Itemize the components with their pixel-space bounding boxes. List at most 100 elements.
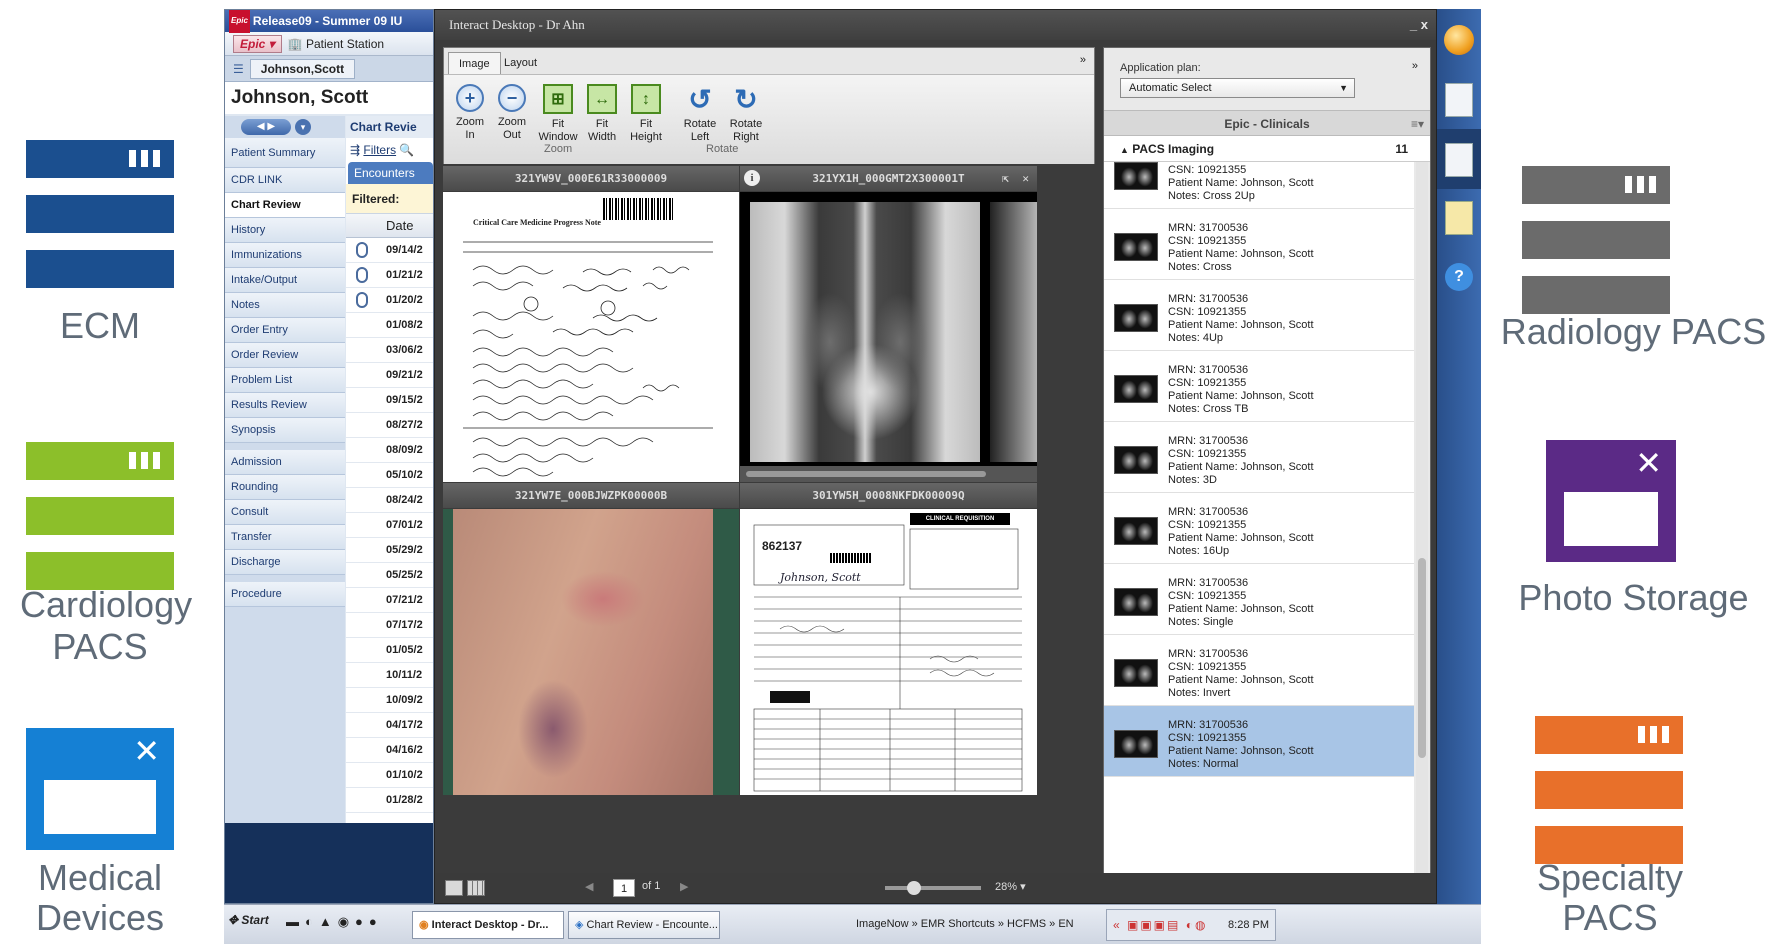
encounter-row[interactable]: 09/14/2 <box>346 238 433 263</box>
help-icon[interactable]: ? <box>1445 263 1473 291</box>
pacs-study-item[interactable]: MRN: 31700536CSN: 10921355Patient Name: … <box>1104 422 1414 493</box>
ribbon-expand-icon[interactable]: » <box>1080 54 1086 66</box>
encounter-row[interactable]: 04/17/2 <box>346 713 433 738</box>
encounter-row[interactable]: 10/09/2 <box>346 688 433 713</box>
pacs-scrollbar[interactable] <box>1416 162 1428 880</box>
nav-item[interactable]: Notes <box>225 293 345 318</box>
back-forward-button[interactable]: ◀ ▶ <box>241 119 291 135</box>
patient-tab[interactable]: Johnson,Scott <box>249 58 356 79</box>
zoom-slider[interactable] <box>885 881 981 895</box>
tray-icons[interactable]: « ▣▣▣▤ ◐◍ <box>1113 918 1207 932</box>
pacs-study-item[interactable]: MRN: 31700536CSN: 10921355Patient Name: … <box>1104 209 1414 280</box>
nav-item[interactable]: Order Entry <box>225 318 345 343</box>
fit-window-button[interactable]: ⊞ Fit Window <box>536 84 580 144</box>
encounter-row[interactable]: 01/21/2 <box>346 263 433 288</box>
progress-note-viewport[interactable]: Critical Care Medicine Progress Note <box>443 192 739 482</box>
quicklaunch-icons[interactable]: ▬◐▲◉●● <box>286 914 383 930</box>
encounter-row[interactable]: 05/10/2 <box>346 463 433 488</box>
nav-dropdown-icon[interactable]: ▾ <box>295 119 311 135</box>
filters-link[interactable]: Filters <box>363 143 396 157</box>
nav-item[interactable]: Order Review <box>225 343 345 368</box>
zoom-in-button[interactable]: + Zoom In <box>448 84 492 142</box>
chest-xray-viewport[interactable] <box>740 192 1037 466</box>
nav-item[interactable]: Results Review <box>225 393 345 418</box>
taskbar-chart-button[interactable]: ◈ Chart Review - Encounte... <box>568 911 720 939</box>
rotate-left-button[interactable]: ↺ Rotate Left <box>678 84 722 144</box>
nav-item[interactable]: History <box>225 218 345 243</box>
pacs-study-item[interactable]: MRN: 31700536CSN: 10921355Patient Name: … <box>1104 564 1414 635</box>
encounter-row[interactable]: 05/29/2 <box>346 538 433 563</box>
orb-icon[interactable] <box>1444 25 1474 55</box>
encounter-row[interactable]: 07/17/2 <box>346 613 433 638</box>
info-icon[interactable]: i <box>744 170 760 186</box>
start-button[interactable]: ✥ Start <box>228 913 269 927</box>
encounter-row[interactable]: 05/25/2 <box>346 563 433 588</box>
nav-item[interactable]: Problem List <box>225 368 345 393</box>
page-input[interactable]: 1 <box>613 879 635 897</box>
tab-image[interactable]: Image <box>448 52 501 74</box>
checklist-icon[interactable] <box>1445 201 1473 235</box>
encounter-row[interactable]: 09/21/2 <box>346 363 433 388</box>
viewport-scrollbar[interactable] <box>740 466 1037 482</box>
panel-expand-icon[interactable]: » <box>1412 60 1418 72</box>
fit-height-button[interactable]: ↕ Fit Height <box>624 84 668 144</box>
patient-station-button[interactable]: 🏢 Patient Station <box>288 37 384 51</box>
nav-item[interactable]: Immunizations <box>225 243 345 268</box>
pacs-study-item[interactable]: MRN: 31700536CSN: 10921355Patient Name: … <box>1104 635 1414 706</box>
nav-item[interactable]: Discharge <box>225 550 345 575</box>
encounter-row[interactable]: 07/21/2 <box>346 588 433 613</box>
nav-item[interactable]: Synopsis <box>225 418 345 443</box>
taskbar-tray-links[interactable]: ImageNow » EMR Shortcuts » HCFMS » EN <box>856 918 1074 930</box>
nav-item[interactable]: Procedure <box>225 582 345 607</box>
menu-icon[interactable]: ≡▾ <box>1411 111 1424 137</box>
encounter-row[interactable]: 08/24/2 <box>346 488 433 513</box>
nav-item[interactable]: Chart Review <box>225 193 345 218</box>
zoom-out-button[interactable]: − Zoom Out <box>490 84 534 142</box>
next-page-icon[interactable]: ▶ <box>680 880 688 893</box>
encounter-row[interactable]: 07/01/2 <box>346 513 433 538</box>
single-view-button[interactable] <box>445 880 463 896</box>
taskbar-interact-button[interactable]: ◉ Interact Desktop - Dr... <box>412 911 564 939</box>
epic-menu-button[interactable]: Epic ▾ <box>233 34 282 53</box>
close-icon[interactable]: ✕ <box>1022 166 1029 191</box>
date-column-header[interactable]: Date <box>346 214 433 238</box>
fit-width-button[interactable]: ↔ Fit Width <box>580 84 624 144</box>
encounters-tab[interactable]: Encounters <box>348 162 433 184</box>
pacs-study-item[interactable]: MRN: 31700536CSN: 10921355Patient Name: … <box>1104 280 1414 351</box>
window-controls[interactable]: _ x <box>1410 10 1428 40</box>
encounter-row[interactable]: 03/06/2 <box>346 338 433 363</box>
document-icon[interactable] <box>1445 83 1473 117</box>
nav-item[interactable]: Consult <box>225 500 345 525</box>
rotate-right-button[interactable]: ↻ Rotate Right <box>724 84 768 144</box>
pacs-study-item[interactable]: MRN: 31700536CSN: 10921355Patient Name: … <box>1104 162 1414 209</box>
zoom-level[interactable]: 28% ▾ <box>995 880 1026 893</box>
encounter-row[interactable]: 08/27/2 <box>346 413 433 438</box>
encounter-row[interactable]: 01/28/2 <box>346 788 433 813</box>
encounter-row[interactable]: 01/08/2 <box>346 313 433 338</box>
requisition-viewport[interactable]: CLINICAL REQUISITION 862137 Johnson, Sco… <box>740 509 1037 795</box>
encounter-row[interactable]: 01/05/2 <box>346 638 433 663</box>
nav-item[interactable]: Intake/Output <box>225 268 345 293</box>
nav-item[interactable]: Transfer <box>225 525 345 550</box>
pacs-study-item[interactable]: MRN: 31700536CSN: 10921355Patient Name: … <box>1104 493 1414 564</box>
pacs-study-item[interactable]: MRN: 31700536CSN: 10921355Patient Name: … <box>1104 351 1414 422</box>
pacs-study-item[interactable]: MRN: 31700536CSN: 10921355Patient Name: … <box>1104 706 1414 777</box>
tab-layout[interactable]: Layout <box>494 52 547 74</box>
wound-photo-viewport[interactable] <box>443 509 739 795</box>
grid-view-button[interactable] <box>467 880 485 896</box>
pacs-imaging-header[interactable]: ▲ PACS Imaging 11 <box>1104 136 1430 162</box>
encounter-row[interactable]: 01/20/2 <box>346 288 433 313</box>
zoom-slider-thumb[interactable] <box>907 881 921 895</box>
nav-item[interactable]: Rounding <box>225 475 345 500</box>
nav-item[interactable]: Patient Summary <box>225 138 345 168</box>
app-plan-select[interactable]: Automatic Select ▼ <box>1120 78 1355 98</box>
encounter-row[interactable]: 04/16/2 <box>346 738 433 763</box>
nav-item[interactable]: Admission <box>225 450 345 475</box>
nav-item[interactable]: CDR LINK <box>225 168 345 193</box>
search-icon[interactable]: 🔍 <box>399 143 414 157</box>
prev-page-icon[interactable]: ◀ <box>585 880 593 893</box>
encounter-row[interactable]: 10/11/2 <box>346 663 433 688</box>
encounter-row[interactable]: 01/10/2 <box>346 763 433 788</box>
encounter-row[interactable]: 08/09/2 <box>346 438 433 463</box>
popout-icon[interactable]: ⇱ <box>1002 166 1009 191</box>
